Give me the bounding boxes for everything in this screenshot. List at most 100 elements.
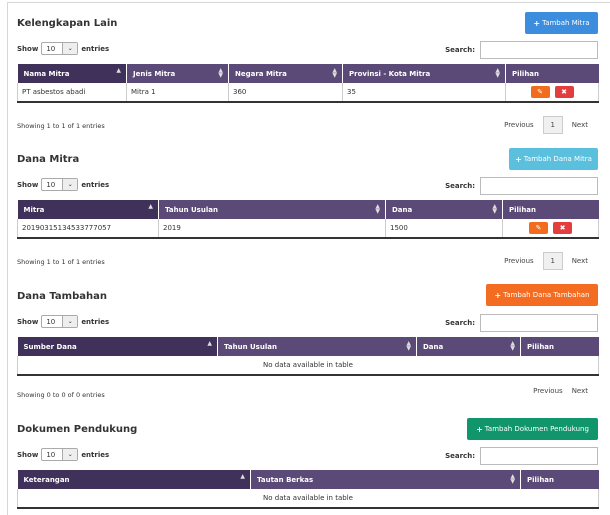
- page-1-button[interactable]: 1: [542, 252, 563, 270]
- header-label: Pilihan: [512, 69, 540, 78]
- pagination: Previous 1 Next: [504, 252, 588, 270]
- previous-link[interactable]: Previous: [533, 387, 563, 395]
- actions-cell: ✎ ✖: [505, 83, 599, 103]
- entries-select[interactable]: 10 ⌄: [41, 315, 79, 328]
- column-header[interactable]: Dana ▲ ▼: [416, 337, 521, 356]
- chevron-down-icon: ⌄: [62, 316, 78, 327]
- next-link[interactable]: Next: [572, 257, 588, 265]
- search-input[interactable]: [480, 41, 598, 59]
- header-label: Pilihan: [527, 342, 555, 351]
- entries-select[interactable]: 10 ⌄: [41, 42, 79, 55]
- page-1-button[interactable]: 1: [542, 116, 563, 134]
- section-title: Dokumen Pendukung: [17, 424, 138, 435]
- header-label: Pilihan: [509, 205, 537, 214]
- empty-message: No data available in table: [17, 489, 599, 509]
- delete-button[interactable]: ✖: [554, 86, 574, 98]
- column-header[interactable]: Tahun Usulan ▲ ▼: [158, 200, 386, 219]
- column-header[interactable]: Mitra ▲: [17, 200, 159, 219]
- length-control: Show 10 ⌄ entries: [17, 42, 109, 55]
- header-label: Nama Mitra: [23, 69, 70, 78]
- section-dana-mitra: Dana Mitra + Tambah Dana Mitra Show 10 ⌄…: [17, 148, 599, 280]
- entries-label: entries: [81, 180, 110, 189]
- sort-asc-icon: ▲: [240, 473, 245, 480]
- column-header[interactable]: Jenis Mitra ▲ ▼: [126, 64, 229, 83]
- entries-label: entries: [81, 450, 110, 459]
- table-cell: 1500: [385, 219, 503, 239]
- entries-value: 10: [46, 450, 56, 459]
- search-control: Search:: [445, 177, 598, 195]
- header-label: Jenis Mitra: [133, 69, 176, 78]
- length-control: Show 10 ⌄ entries: [17, 178, 109, 191]
- section-kelengkapan-lain: Kelengkapan Lain + Tambah Mitra Show 10 …: [17, 0, 599, 140]
- search-control: Search:: [445, 314, 598, 332]
- column-header[interactable]: Nama Mitra ▲: [17, 64, 127, 83]
- table-info: Showing 1 to 1 of 1 entries: [17, 258, 105, 266]
- previous-link[interactable]: Previous: [504, 257, 534, 265]
- empty-row: No data available in table: [17, 356, 599, 376]
- tambah-dana-tambahan-button[interactable]: + Tambah Dana Tambahan: [486, 284, 598, 306]
- table-cell: 35: [342, 83, 506, 103]
- edit-button[interactable]: ✎: [529, 222, 548, 234]
- previous-link[interactable]: Previous: [504, 121, 534, 129]
- button-label: Tambah Mitra: [542, 19, 590, 27]
- length-control: Show 10 ⌄ entries: [17, 315, 109, 328]
- entries-select[interactable]: 10 ⌄: [41, 448, 79, 461]
- header-label: Keterangan: [23, 475, 70, 484]
- pagination: Previous 1 Next: [504, 116, 588, 134]
- edit-button[interactable]: ✎: [530, 86, 550, 98]
- header-label: Sumber Dana: [23, 342, 77, 351]
- column-header: Pilihan: [520, 470, 599, 489]
- section-title: Kelengkapan Lain: [17, 18, 118, 29]
- entries-select[interactable]: 10 ⌄: [41, 178, 79, 191]
- column-header[interactable]: Tahun Usulan ▲ ▼: [217, 337, 417, 356]
- column-header[interactable]: Dana ▲ ▼: [385, 200, 503, 219]
- table-cell: 20190315134533777057: [17, 219, 159, 239]
- column-header[interactable]: Keterangan ▲: [17, 470, 251, 489]
- column-header[interactable]: Negara Mitra ▲ ▼: [228, 64, 343, 83]
- tambah-dana-mitra-button[interactable]: + Tambah Dana Mitra: [509, 148, 598, 170]
- table-info: Showing 1 to 1 of 1 entries: [17, 122, 105, 130]
- header-label: Dana: [392, 205, 413, 214]
- sort-asc-icon: ▲: [148, 203, 153, 210]
- next-link[interactable]: Next: [572, 121, 588, 129]
- search-label: Search:: [445, 452, 475, 460]
- column-header[interactable]: Provinsi - Kota Mitra ▲ ▼: [342, 64, 506, 83]
- plus-icon: +: [533, 18, 541, 28]
- column-header[interactable]: Tautan Berkas ▲ ▼: [250, 470, 521, 489]
- search-input[interactable]: [480, 177, 598, 195]
- sort-icon: ▲ ▼: [492, 203, 497, 215]
- search-control: Search:: [445, 447, 598, 465]
- mitra-table: Nama Mitra ▲ Jenis Mitra ▲ ▼ Negara Mitra ▲ ▼…: [17, 64, 599, 103]
- chevron-down-icon: ⌄: [62, 43, 78, 54]
- show-label: Show: [17, 180, 39, 189]
- table-info: Showing 0 to 0 of 0 entries: [17, 391, 105, 399]
- tambah-mitra-button[interactable]: + Tambah Mitra: [525, 12, 598, 34]
- header-label: Tahun Usulan: [224, 342, 277, 351]
- table-cell: 360: [228, 83, 343, 103]
- entries-label: entries: [81, 44, 110, 53]
- search-label: Search:: [445, 182, 475, 190]
- sort-icon: ▲ ▼: [495, 67, 500, 79]
- next-link[interactable]: Next: [572, 387, 588, 395]
- entries-value: 10: [46, 180, 56, 189]
- entries-value: 10: [46, 44, 56, 53]
- sort-icon: ▲ ▼: [510, 473, 515, 485]
- dokumen-table: Keterangan ▲ Tautan Berkas ▲ ▼ Pilihan No d…: [17, 470, 599, 509]
- plus-icon: +: [515, 154, 522, 164]
- header-label: Tahun Usulan: [165, 205, 218, 214]
- empty-message: No data available in table: [17, 356, 599, 376]
- section-title: Dana Tambahan: [17, 291, 107, 302]
- search-input[interactable]: [480, 447, 598, 465]
- search-input[interactable]: [480, 314, 598, 332]
- chevron-down-icon: ⌄: [62, 179, 78, 190]
- delete-button[interactable]: ✖: [553, 222, 572, 234]
- column-header: Pilihan: [505, 64, 599, 83]
- show-label: Show: [17, 317, 39, 326]
- empty-row: No data available in table: [17, 489, 599, 509]
- tambah-dokumen-pendukung-button[interactable]: + Tambah Dokumen Pendukung: [467, 418, 598, 440]
- sort-icon: ▲ ▼: [375, 203, 380, 215]
- sort-asc-icon: ▲: [116, 67, 121, 74]
- column-header[interactable]: Sumber Dana ▲: [17, 337, 218, 356]
- show-label: Show: [17, 450, 39, 459]
- button-label: Tambah Dana Mitra: [523, 155, 592, 163]
